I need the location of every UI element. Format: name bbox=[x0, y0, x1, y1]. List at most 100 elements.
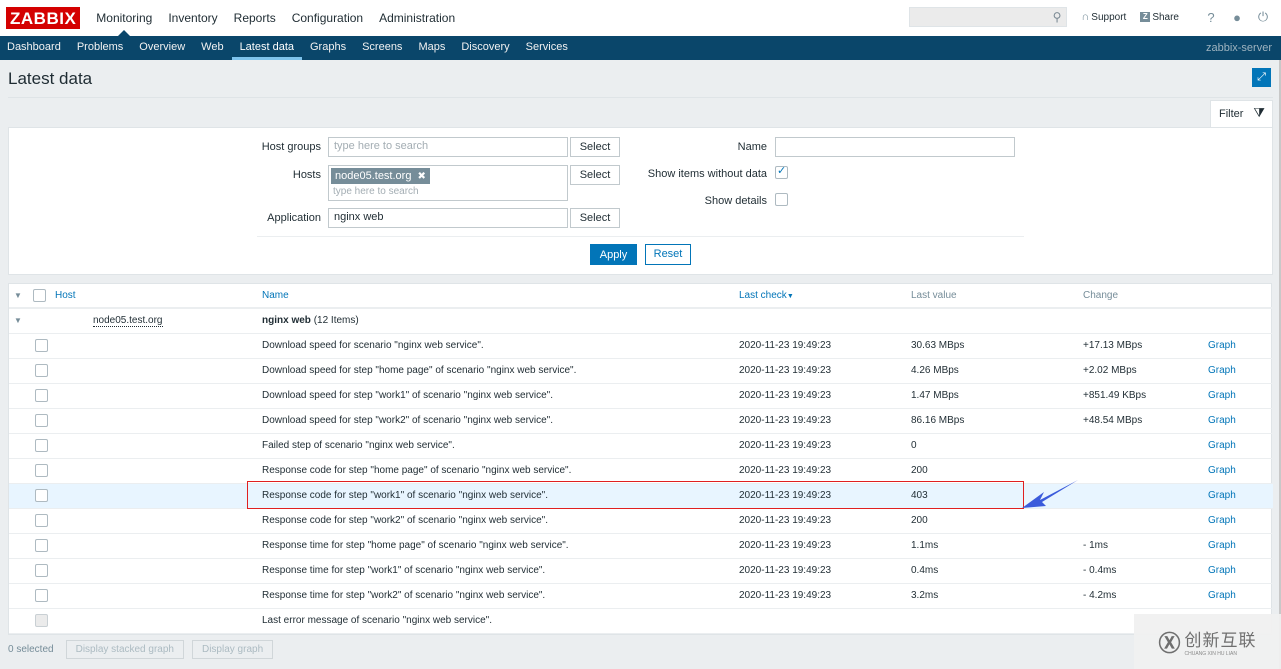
menu-inventory[interactable]: Inventory bbox=[160, 0, 225, 36]
graph-link[interactable]: Graph bbox=[1208, 565, 1236, 576]
item-last-value: 86.16 MBps bbox=[911, 408, 1083, 434]
table-row: Response code for step "work2" of scenar… bbox=[9, 508, 1273, 534]
support-link[interactable]: ∩ Support bbox=[1081, 11, 1126, 23]
graph-link[interactable]: Graph bbox=[1208, 465, 1236, 476]
row-checkbox[interactable] bbox=[35, 364, 48, 377]
row-checkbox[interactable] bbox=[35, 614, 48, 627]
fullscreen-icon: ⤢ bbox=[1257, 71, 1266, 83]
graph-link[interactable]: Graph bbox=[1208, 415, 1236, 426]
subnav-web[interactable]: Web bbox=[193, 36, 231, 60]
subnav-services[interactable]: Services bbox=[518, 36, 576, 60]
menu-configuration[interactable]: Configuration bbox=[284, 0, 371, 36]
host-groups-input[interactable]: type here to search bbox=[328, 137, 568, 157]
graph-link[interactable]: Graph bbox=[1208, 390, 1236, 401]
graph-link[interactable]: Graph bbox=[1208, 515, 1236, 526]
collapse-group-icon[interactable]: ▼ bbox=[9, 316, 22, 325]
remove-chip-icon[interactable]: ✖ bbox=[417, 171, 425, 182]
subnav-maps[interactable]: Maps bbox=[410, 36, 453, 60]
item-last-value: 30.63 MBps bbox=[911, 333, 1083, 359]
display-stacked-graph-button[interactable]: Display stacked graph bbox=[65, 640, 184, 659]
graph-link[interactable]: Graph bbox=[1208, 540, 1236, 551]
graph-link[interactable]: Graph bbox=[1208, 490, 1236, 501]
graph-link[interactable]: Graph bbox=[1208, 590, 1236, 601]
filter-tab-row: Filter ⧩ bbox=[8, 98, 1273, 127]
support-label: Support bbox=[1091, 11, 1127, 23]
row-checkbox[interactable] bbox=[35, 339, 48, 352]
column-host[interactable]: Host bbox=[55, 284, 262, 309]
watermark-logo-icon: Ⓧ bbox=[1158, 630, 1181, 656]
table-header-row: ▼ Host Name Last check▼ Last value Chang… bbox=[9, 284, 1273, 309]
share-label: Share bbox=[1152, 11, 1179, 23]
application-select-button[interactable]: Select bbox=[570, 208, 620, 228]
menu-administration[interactable]: Administration bbox=[371, 0, 463, 36]
watermark: Ⓧ 创新互联 CHUANG XIN HU LIAN bbox=[1134, 614, 1281, 669]
application-name: nginx web bbox=[262, 315, 311, 327]
column-last-check[interactable]: Last check▼ bbox=[739, 284, 911, 309]
item-last-value: 1.1ms bbox=[911, 533, 1083, 559]
row-checkbox[interactable] bbox=[35, 489, 48, 502]
apply-button[interactable]: Apply bbox=[590, 244, 637, 265]
application-input[interactable]: nginx web bbox=[328, 208, 568, 228]
user-profile-icon[interactable]: ● bbox=[1229, 10, 1245, 25]
row-checkbox[interactable] bbox=[35, 414, 48, 427]
host-groups-select-button[interactable]: Select bbox=[570, 137, 620, 157]
item-name: Response time for step "work1" of scenar… bbox=[262, 558, 739, 584]
headset-icon: ∩ bbox=[1081, 11, 1090, 23]
row-checkbox[interactable] bbox=[35, 464, 48, 477]
subnav-graphs[interactable]: Graphs bbox=[302, 36, 354, 60]
item-name: Response time for step "home page" of sc… bbox=[262, 533, 739, 559]
row-checkbox[interactable] bbox=[35, 539, 48, 552]
host-link[interactable]: node05.test.org bbox=[93, 315, 163, 328]
watermark-en: CHUANG XIN HU LIAN bbox=[1184, 651, 1238, 657]
item-last-value: 403 bbox=[911, 483, 1083, 509]
item-name: Last error message of scenario "nginx we… bbox=[262, 608, 739, 634]
subnav-latest-data[interactable]: Latest data bbox=[231, 36, 303, 60]
row-checkbox[interactable] bbox=[35, 564, 48, 577]
item-last-check: 2020-11-23 19:49:23 bbox=[739, 558, 911, 584]
column-name[interactable]: Name bbox=[262, 284, 739, 309]
row-checkbox[interactable] bbox=[35, 514, 48, 527]
subnav-overview[interactable]: Overview bbox=[131, 36, 193, 60]
select-all-checkbox[interactable] bbox=[32, 289, 46, 302]
menu-reports[interactable]: Reports bbox=[226, 0, 284, 36]
graph-link[interactable]: Graph bbox=[1208, 365, 1236, 376]
fullscreen-button[interactable]: ⤢ bbox=[1252, 68, 1271, 87]
subnav-problems[interactable]: Problems bbox=[69, 36, 131, 60]
graph-link[interactable]: Graph bbox=[1208, 340, 1236, 351]
subnav-discovery[interactable]: Discovery bbox=[453, 36, 517, 60]
subnav-screens[interactable]: Screens bbox=[354, 36, 410, 60]
row-checkbox[interactable] bbox=[35, 589, 48, 602]
graph-link[interactable]: Graph bbox=[1208, 440, 1236, 451]
share-link[interactable]: Z Share bbox=[1140, 12, 1179, 23]
collapse-all-icon[interactable]: ▼ bbox=[9, 291, 22, 300]
reset-button[interactable]: Reset bbox=[645, 244, 691, 265]
row-checkbox[interactable] bbox=[35, 439, 48, 452]
filter-panel: Host groups type here to search Select H… bbox=[8, 127, 1273, 275]
global-search-input[interactable] bbox=[910, 8, 1067, 26]
menu-monitoring[interactable]: Monitoring bbox=[88, 0, 160, 36]
top-header: ZABBIX Monitoring Inventory Reports Conf… bbox=[0, 0, 1281, 36]
item-last-check: 2020-11-23 19:49:23 bbox=[739, 383, 911, 409]
item-last-value: 3.2ms bbox=[911, 583, 1083, 609]
search-icon[interactable]: ⚲ bbox=[1053, 10, 1062, 24]
show-items-without-data-checkbox[interactable] bbox=[775, 164, 788, 179]
item-last-check: 2020-11-23 19:49:23 bbox=[739, 508, 911, 534]
show-details-label: Show details bbox=[704, 195, 767, 207]
filter-tab[interactable]: Filter ⧩ bbox=[1210, 100, 1273, 127]
display-graph-button[interactable]: Display graph bbox=[191, 640, 274, 659]
help-icon[interactable]: ? bbox=[1203, 10, 1219, 25]
name-input[interactable] bbox=[775, 137, 1015, 157]
hosts-multiselect[interactable]: node05.test.org ✖ type here to search bbox=[328, 165, 568, 201]
row-checkbox[interactable] bbox=[35, 389, 48, 402]
item-name: Response code for step "work2" of scenar… bbox=[262, 508, 739, 534]
table-row: Response time for step "work1" of scenar… bbox=[9, 558, 1273, 584]
item-change: +17.13 MBps bbox=[1083, 333, 1208, 359]
show-details-checkbox[interactable] bbox=[775, 193, 788, 206]
hosts-search-placeholder[interactable]: type here to search bbox=[333, 186, 419, 197]
subnav-dashboard[interactable]: Dashboard bbox=[0, 36, 69, 60]
item-last-check: 2020-11-23 19:49:23 bbox=[739, 333, 911, 359]
zabbix-logo[interactable]: ZABBIX bbox=[6, 6, 81, 29]
logout-icon[interactable]: ⏻ bbox=[1255, 9, 1271, 25]
item-change bbox=[1083, 458, 1208, 484]
host-chip: node05.test.org ✖ bbox=[331, 168, 430, 184]
